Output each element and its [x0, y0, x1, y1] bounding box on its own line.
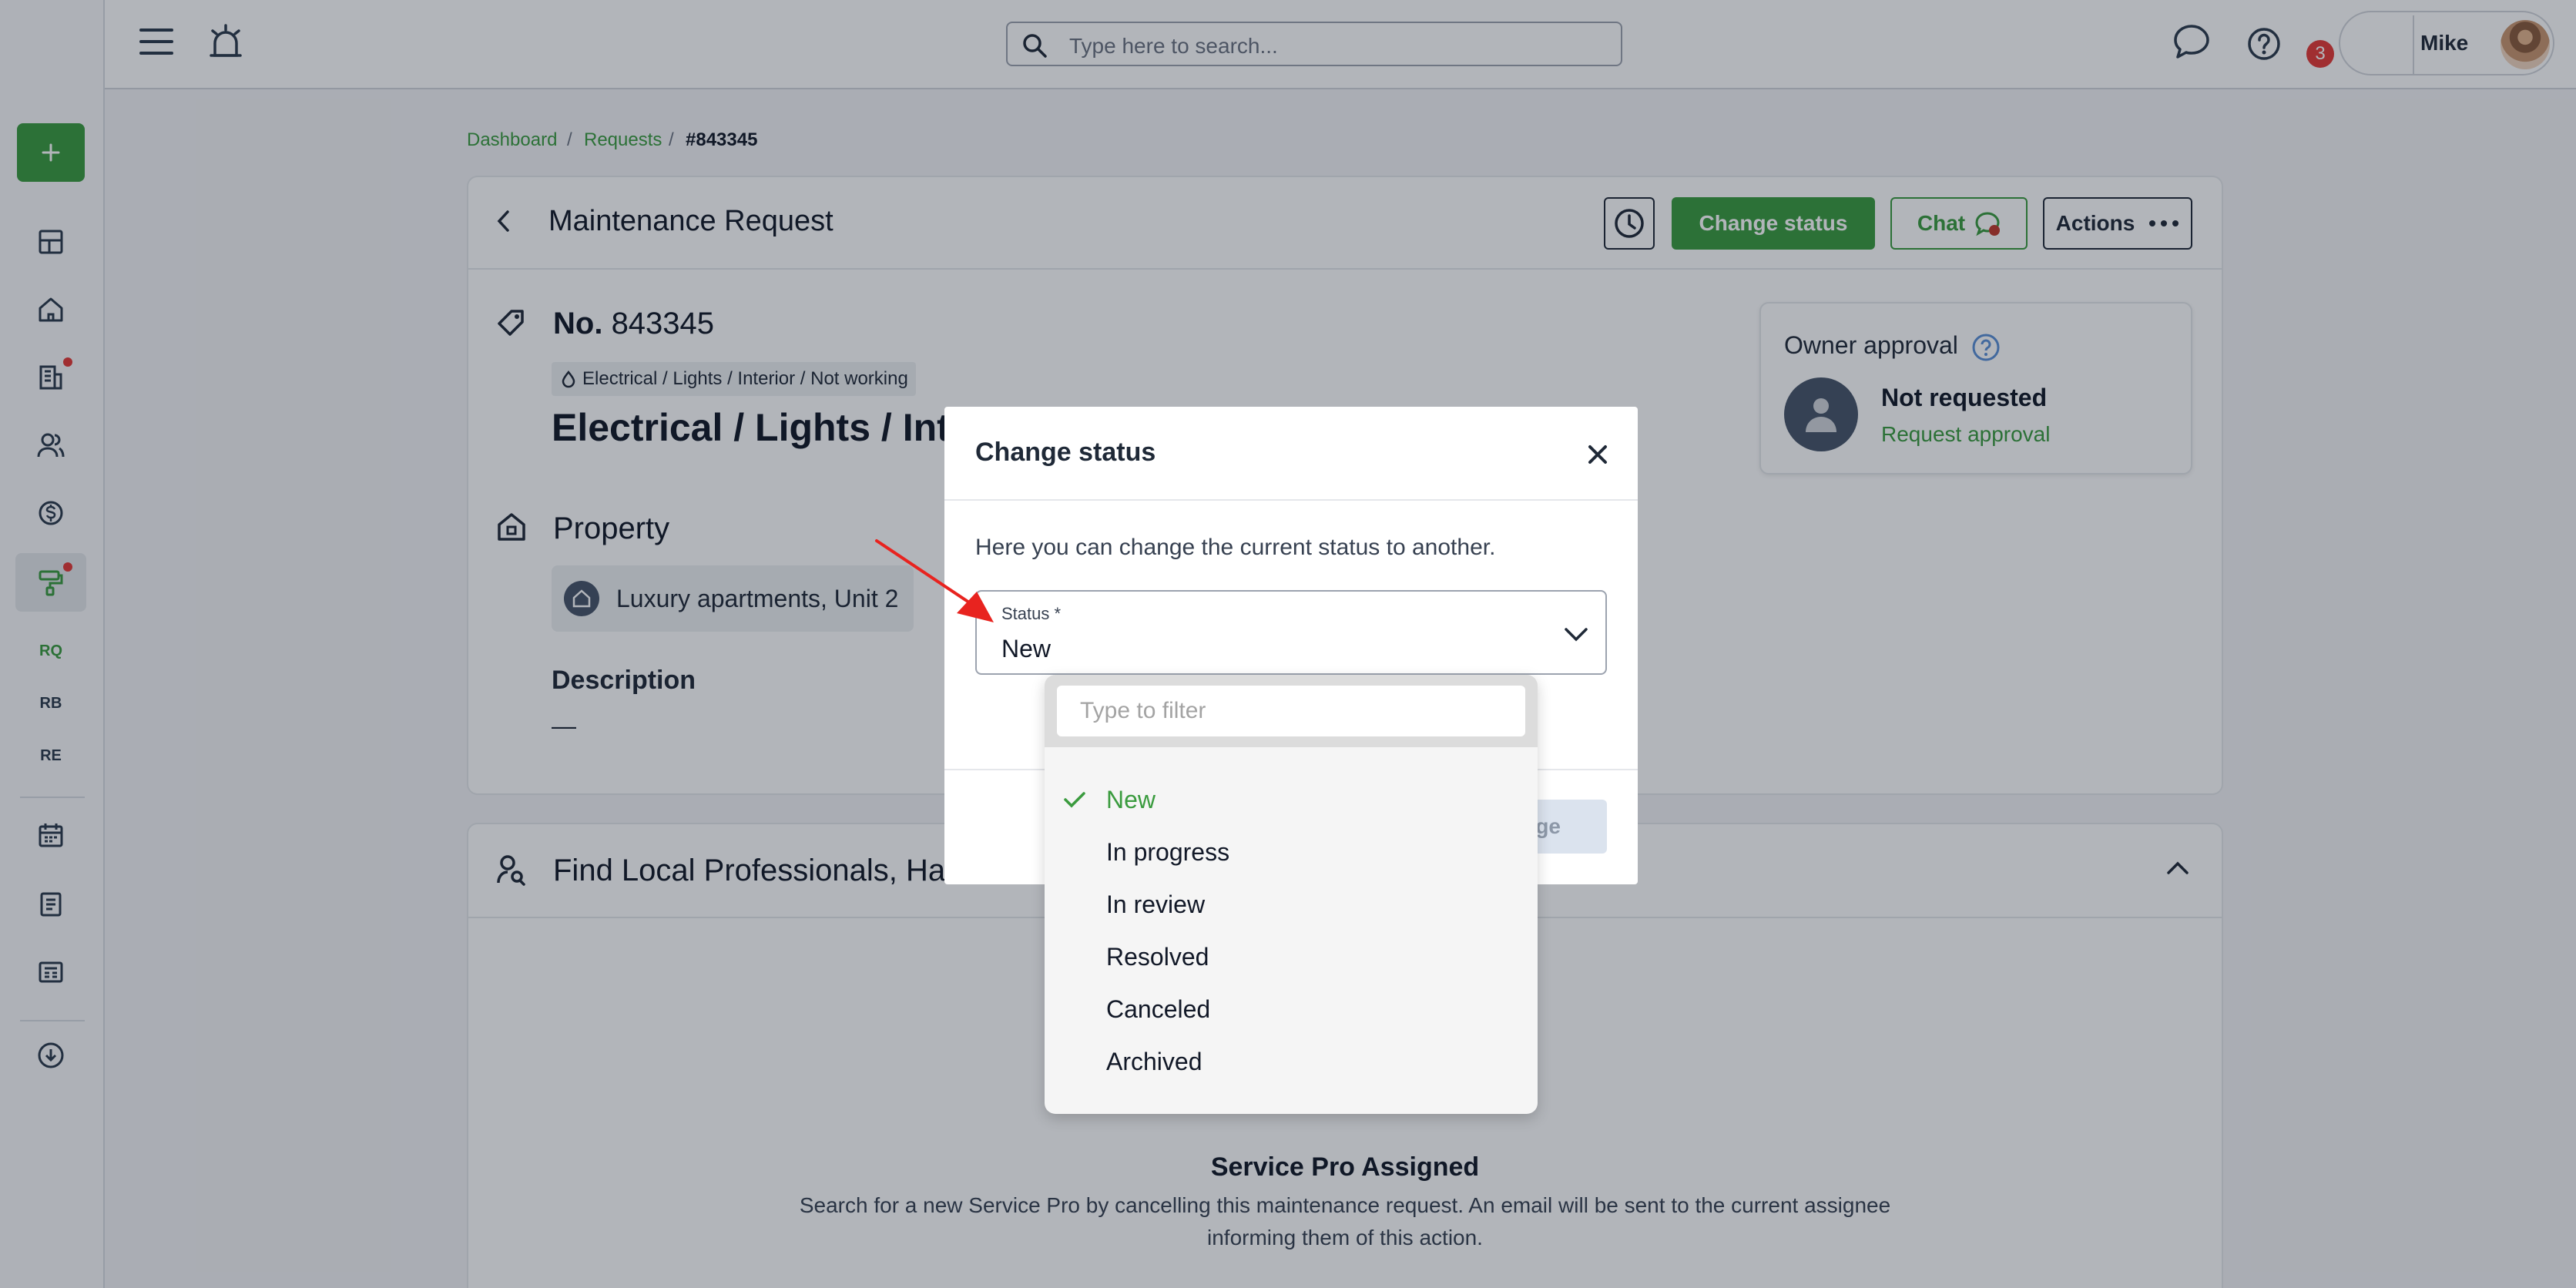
- red-arrow-annotation: [875, 539, 994, 622]
- status-option-canceled[interactable]: Canceled: [1045, 983, 1538, 1035]
- status-option-label: New: [1106, 786, 1156, 813]
- status-option-in-progress[interactable]: In progress: [1045, 826, 1538, 878]
- check-icon: [1064, 792, 1085, 808]
- modal-close-button[interactable]: [1584, 441, 1612, 468]
- status-option-in-review[interactable]: In review: [1045, 878, 1538, 931]
- chevron-down-icon: [1565, 628, 1588, 642]
- modal-description: Here you can change the current status t…: [975, 535, 1496, 560]
- status-dropdown: New In progress In review Resolved Cance…: [1045, 675, 1538, 1114]
- status-option-archived[interactable]: Archived: [1045, 1035, 1538, 1088]
- dropdown-filter-area: [1045, 675, 1538, 747]
- status-select[interactable]: Status * New: [975, 590, 1607, 675]
- status-option-new[interactable]: New: [1045, 773, 1538, 826]
- status-select-label: Status *: [1001, 604, 1062, 623]
- status-select-value: New: [1001, 635, 1052, 662]
- modal-title: Change status: [975, 438, 1156, 467]
- close-icon: [1588, 445, 1607, 464]
- filter-input[interactable]: [1057, 686, 1525, 736]
- status-option-resolved[interactable]: Resolved: [1045, 931, 1538, 983]
- modal-header-divider: [944, 499, 1638, 501]
